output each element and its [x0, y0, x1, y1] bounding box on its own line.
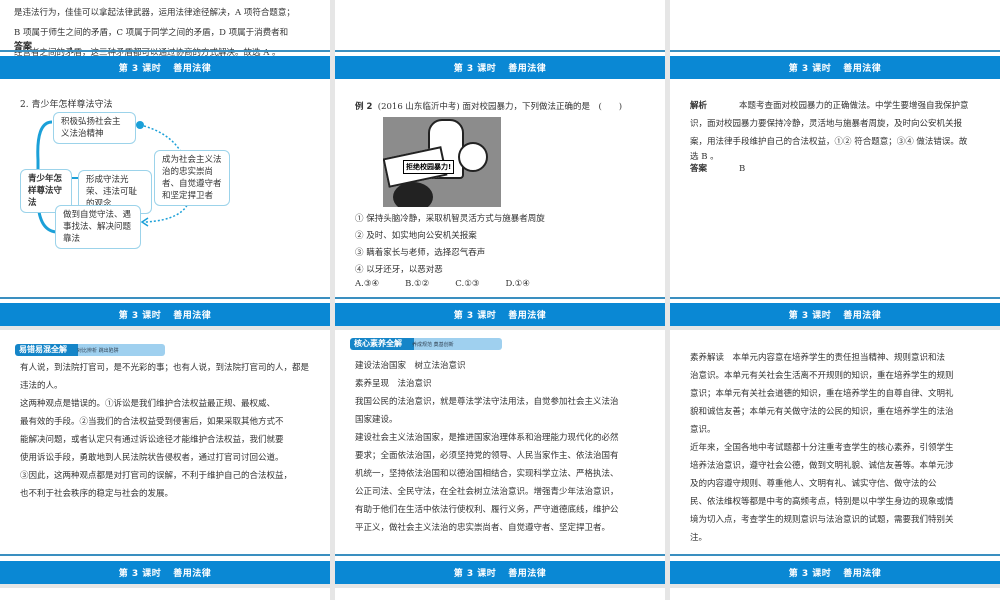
- tag-subtitle: 养成规范 奠基创新: [412, 342, 454, 348]
- text-line: 素养呈现 法治意识: [355, 379, 432, 389]
- text-line: 注。: [690, 533, 708, 543]
- mind-map-node: 做到自觉守法、遇事找法、解决问题靠法: [55, 205, 141, 249]
- answer-label: 答案: [690, 164, 708, 174]
- slide-6: 解析 本题考查面对校园暴力的正确做法。中学生要增强自我保护意 识，面对校园暴力要保…: [670, 80, 1000, 326]
- text-line: B 项属于师生之间的矛盾，C 项属于同学之间的矛盾，D 项属于消费者和: [14, 28, 289, 38]
- lesson-header-bar: 第 3 课时 善用法律: [335, 303, 665, 326]
- option-item: ③ 瞒着家长与老师，选择忍气吞声: [355, 248, 486, 258]
- lesson-label: 第 3 课时: [118, 64, 162, 74]
- section-tag: 核心素养全解 养成规范 奠基创新: [350, 338, 502, 350]
- text-line: 本题考查面对校园暴力的正确做法。中学生要增强自我保护意: [739, 101, 969, 111]
- text-line: 选 B 。: [690, 152, 719, 162]
- answer-label: 答案: [14, 42, 33, 52]
- text-line: 公正司法、全民守法，在全社会树立法治意识。增强青少年法治意识，: [355, 487, 619, 497]
- tag-label: 易错易混全解: [19, 345, 67, 354]
- text-line: 意识；本单元有关社会道德的知识，重在培养学生的自尊自律、文明礼: [690, 389, 954, 399]
- option-item: ② 及时、如实地向公安机关报案: [355, 231, 477, 241]
- text-line: 也不利于社会秩序的稳定与社会的发展。: [20, 489, 174, 499]
- lesson-header-bar: 第 3 课时 善用法律: [670, 56, 1000, 79]
- topic-label: 善用法律: [508, 64, 547, 74]
- slide-11: [335, 588, 665, 600]
- lesson-label: 第 3 课时: [788, 311, 832, 321]
- topic-label: 善用法律: [173, 569, 212, 579]
- slide-7: 易错易混全解 对比辨析 跳出陷阱 有人说，到法院打官司，是不光彩的事；也有人说，到…: [0, 330, 330, 584]
- text-line: 违法的人。: [20, 381, 63, 391]
- choice-a: A.③④: [355, 279, 380, 289]
- text-line: 要求；全面依法治国，必须坚持党的领导、人民当家作主、依法治国有: [355, 451, 619, 461]
- text-line: 境为切入点，考查学生的规则意识与法治意识的试题，需要我们特别关: [690, 515, 954, 525]
- mind-map-node: 成为社会主义法治的忠实崇尚者、自觉遵守者和坚定捍卫者: [154, 150, 230, 206]
- lesson-header-bar: 第 3 课时 善用法律: [0, 561, 330, 584]
- lesson-label: 第 3 课时: [788, 64, 832, 74]
- text-line: 及的内容遵守规则、尊重他人、文明有礼、诚实守信、做守法的公: [690, 479, 937, 489]
- answer-value: B: [739, 164, 746, 174]
- lesson-label: 第 3 课时: [453, 569, 497, 579]
- text-line: 我国公民的法治意识，就是尊法学法守法用法，自觉参加社会主义法治: [355, 397, 619, 407]
- slide-text: 是违法行为，佳佳可以拿起法律武器，运用法律途径解决，A 项符合题意； B 项属于…: [14, 3, 295, 63]
- topic-label: 善用法律: [173, 311, 212, 321]
- slide-9: 素养解读 本单元内容意在培养学生的责任担当精神、规则意识和法 治意识。本单元有关…: [670, 330, 1000, 584]
- lesson-label: 第 3 课时: [788, 569, 832, 579]
- text-line: 建设社会主义法治国家，是推进国家治理体系和治理能力现代化的必然: [355, 433, 619, 443]
- text-line: 识，面对校园暴力要保持冷静，灵活地与施暴者周旋，及时向公安机关报: [690, 119, 963, 129]
- tag-subtitle: 对比辨析 跳出陷阱: [77, 348, 119, 354]
- text-line: 意识。: [690, 425, 716, 435]
- slide-8: 核心素养全解 养成规范 奠基创新 建设法治国家 树立法治意识 素养呈现 法治意识 …: [335, 330, 665, 584]
- text-line: ③因此，这两种观点都是对打官司的误解，不利于维护自己的合法权益，: [20, 471, 293, 481]
- illustration-caption: 拒绝校园暴力!: [403, 160, 455, 174]
- topic-label: 善用法律: [508, 569, 547, 579]
- tag-label: 核心素养全解: [354, 339, 402, 348]
- lesson-label: 第 3 课时: [453, 64, 497, 74]
- text-line: 素养解读 本单元内容意在培养学生的责任担当精神、规则意识和法: [690, 353, 946, 363]
- text-line: 建设法治国家 树立法治意识: [355, 361, 466, 371]
- analysis-label: 解析: [690, 101, 708, 111]
- slide-12: [670, 588, 1000, 600]
- lesson-label: 第 3 课时: [453, 311, 497, 321]
- slide-1: 是违法行为，佳佳可以拿起法律武器，运用法律途径解决，A 项符合题意； B 项属于…: [0, 0, 330, 80]
- slide-2: 第 3 课时 善用法律: [335, 0, 665, 80]
- choice-d: D.①④: [505, 279, 530, 289]
- text-line: 使用诉讼手段，勇敢地到人民法院状告侵权者，通过打官司讨回公道。: [20, 453, 284, 463]
- mind-map-node: 积极弘扬社会主义法治精神: [53, 112, 136, 144]
- slide-10: [0, 588, 330, 600]
- option-item: ① 保持头脑冷静，采取机智灵活方式与施暴者周旋: [355, 214, 545, 224]
- text-line: 案，用法律手段维护自己的合法权益，①② 符合题意；③④ 做法错误。故: [690, 137, 968, 147]
- lesson-header-bar: 第 3 课时 善用法律: [335, 561, 665, 584]
- choice-c: C.①③: [455, 279, 480, 289]
- lesson-header-bar: 第 3 课时 善用法律: [670, 561, 1000, 584]
- question-text: (2016 山东临沂中考) 面对校园暴力，下列做法正确的是 ( ): [377, 102, 623, 112]
- text-line: 貌和诚信友善；本单元有关做守法的公民的知识，重在培养学生的法治: [690, 407, 954, 417]
- lesson-label: 第 3 课时: [118, 569, 162, 579]
- lesson-header-bar: 第 3 课时 善用法律: [335, 56, 665, 79]
- text-line: 有人说，到法院打官司，是不光彩的事；也有人说，到法院打官司的人，都是: [20, 363, 310, 373]
- slide-3: 第 3 课时 善用法律: [670, 0, 1000, 80]
- lesson-label: 第 3 课时: [118, 311, 162, 321]
- text-line: 最有效的手段。②当我们的合法权益受到侵害后，如果采取其他方式不: [20, 417, 284, 427]
- text-line: 机统一，坚持依法治国和以德治国相结合，实现科学立法、严格执法、: [355, 469, 619, 479]
- text-line: 能解决问题，或者认定只有通过诉讼途径才能维护合法权益，我们就要: [20, 435, 284, 445]
- text-line: 是违法行为，佳佳可以拿起法律武器，运用法律途径解决，A 项符合题意；: [14, 8, 295, 18]
- text-line: 培养法治意识，遵守社会公德，做到文明礼貌、诚信友善等。本单元涉: [690, 461, 954, 471]
- text-line: 近年来，全国各地中考试题都十分注重考查学生的核心素养，引领学生: [690, 443, 954, 453]
- topic-label: 善用法律: [173, 64, 212, 74]
- text-line: 有助于他们在生活中依法行使权利、履行义务，严守道德底线，维护公: [355, 505, 619, 515]
- lesson-header-bar: 第 3 课时 善用法律: [0, 56, 330, 79]
- section-tag: 易错易混全解 对比辨析 跳出陷阱: [15, 344, 165, 356]
- text-line: 国家建设。: [355, 415, 398, 425]
- topic-label: 善用法律: [843, 64, 882, 74]
- slide-5: 例 2 (2016 山东临沂中考) 面对校园暴力，下列做法正确的是 ( ) 拒绝…: [335, 80, 665, 326]
- text-line: 平正义，做社会主义法治的忠实崇尚者、自觉遵守者、坚定捍卫者。: [355, 523, 611, 533]
- lesson-header-bar: 第 3 课时 善用法律: [670, 303, 1000, 326]
- example-label: 例 2: [355, 102, 373, 112]
- text-line: 这两种观点是错误的。①诉讼是我们维护合法权益最正规、最权威、: [20, 399, 276, 409]
- topic-label: 善用法律: [508, 311, 547, 321]
- text-line: 治意识。本单元有关社会生活离不开规则的知识，重在培养学生的规则: [690, 371, 954, 381]
- lesson-header-bar: 第 3 课时 善用法律: [0, 303, 330, 326]
- topic-label: 善用法律: [843, 311, 882, 321]
- school-violence-illustration: 拒绝校园暴力!: [383, 117, 501, 207]
- choice-b: B.①②: [405, 279, 430, 289]
- slide-4: 2. 青少年怎样尊法守法 青少年怎样尊法守法 积极弘扬社会主义法治精神 形成守法…: [0, 80, 330, 326]
- text-line: 民、依法维权等都是中考的高频考点，特别是以中学生身边的现象或情: [690, 497, 954, 507]
- topic-label: 善用法律: [843, 569, 882, 579]
